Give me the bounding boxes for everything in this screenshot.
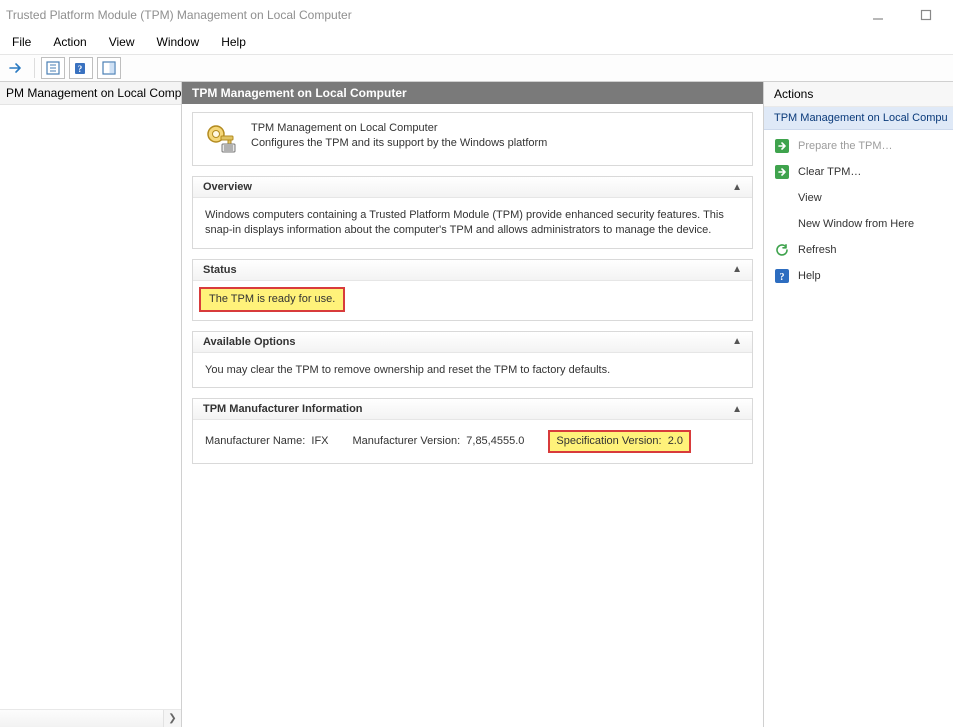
section-status: Status ▲ The TPM is ready for use. bbox=[192, 259, 753, 321]
blank-icon bbox=[774, 216, 790, 232]
collapse-icon: ▲ bbox=[732, 264, 742, 275]
arrow-right-icon bbox=[774, 138, 790, 154]
menu-window[interactable]: Window bbox=[147, 32, 210, 52]
forward-icon[interactable] bbox=[4, 57, 28, 79]
menu-action[interactable]: Action bbox=[43, 32, 96, 52]
action-clear-label: Clear TPM… bbox=[798, 166, 861, 178]
action-refresh[interactable]: Refresh bbox=[764, 237, 953, 263]
refresh-icon bbox=[774, 242, 790, 258]
spec-version-value: 2.0 bbox=[668, 435, 683, 447]
action-prepare-tpm[interactable]: Prepare the TPM… bbox=[764, 133, 953, 159]
collapse-icon: ▲ bbox=[732, 404, 742, 415]
menu-view[interactable]: View bbox=[99, 32, 145, 52]
section-options-body: You may clear the TPM to remove ownershi… bbox=[193, 353, 752, 388]
minimize-button[interactable] bbox=[863, 4, 893, 26]
action-refresh-label: Refresh bbox=[798, 244, 837, 256]
help-icon[interactable]: ? bbox=[69, 57, 93, 79]
section-manufacturer-header[interactable]: TPM Manufacturer Information ▲ bbox=[193, 399, 752, 420]
intro-text: TPM Management on Local Computer Configu… bbox=[251, 121, 547, 152]
section-manufacturer: TPM Manufacturer Information ▲ Manufactu… bbox=[192, 398, 753, 464]
maximize-button[interactable] bbox=[911, 4, 941, 26]
tree-view[interactable]: PM Management on Local Comp bbox=[0, 82, 181, 709]
workspace: PM Management on Local Comp ❯ TPM Manage… bbox=[0, 82, 953, 727]
toolbar: ? bbox=[0, 54, 953, 82]
actions-list: Prepare the TPM… Clear TPM… View New Win… bbox=[764, 130, 953, 292]
svg-text:?: ? bbox=[780, 272, 785, 283]
menu-file[interactable]: File bbox=[2, 32, 41, 52]
action-new-window-label: New Window from Here bbox=[798, 218, 914, 230]
mfr-version-value: 7,85,4555.0 bbox=[466, 435, 524, 447]
section-manufacturer-title: TPM Manufacturer Information bbox=[203, 403, 732, 415]
section-status-header[interactable]: Status ▲ bbox=[193, 260, 752, 281]
section-options: Available Options ▲ You may clear the TP… bbox=[192, 331, 753, 389]
section-status-body: The TPM is ready for use. bbox=[193, 281, 752, 320]
horizontal-scrollbar[interactable]: ❯ bbox=[0, 709, 181, 727]
actions-pane: Actions TPM Management on Local Compu Pr… bbox=[763, 82, 953, 727]
section-overview-body: Windows computers containing a Trusted P… bbox=[193, 198, 752, 248]
tree-node-root[interactable]: PM Management on Local Comp bbox=[0, 82, 181, 105]
mfr-version-label: Manufacturer Version: bbox=[353, 435, 461, 447]
action-prepare-label: Prepare the TPM… bbox=[798, 140, 893, 152]
left-pane: PM Management on Local Comp ❯ bbox=[0, 82, 182, 727]
intro-box: TPM Management on Local Computer Configu… bbox=[192, 112, 753, 166]
arrow-right-icon bbox=[774, 164, 790, 180]
action-view[interactable]: View bbox=[764, 185, 953, 211]
manufacturer-row: Manufacturer Name: IFX Manufacturer Vers… bbox=[205, 430, 740, 453]
titlebar: Trusted Platform Module (TPM) Management… bbox=[0, 0, 953, 30]
action-help-label: Help bbox=[798, 270, 821, 282]
section-overview-header[interactable]: Overview ▲ bbox=[193, 177, 752, 198]
action-clear-tpm[interactable]: Clear TPM… bbox=[764, 159, 953, 185]
help-icon: ? bbox=[774, 268, 790, 284]
action-help[interactable]: ? Help bbox=[764, 263, 953, 289]
section-options-title: Available Options bbox=[203, 336, 732, 348]
center-body: TPM Management on Local Computer Configu… bbox=[182, 104, 763, 464]
toolbar-separator bbox=[34, 58, 35, 78]
actions-subtitle: TPM Management on Local Compu bbox=[764, 107, 953, 130]
collapse-icon: ▲ bbox=[732, 182, 742, 193]
svg-text:?: ? bbox=[78, 64, 83, 74]
section-options-header[interactable]: Available Options ▲ bbox=[193, 332, 752, 353]
section-manufacturer-body: Manufacturer Name: IFX Manufacturer Vers… bbox=[193, 420, 752, 463]
center-pane: TPM Management on Local Computer bbox=[182, 82, 763, 727]
intro-title: TPM Management on Local Computer bbox=[251, 121, 547, 136]
tpm-key-icon bbox=[203, 121, 239, 157]
scrollbar-thumb[interactable] bbox=[0, 710, 163, 727]
status-message: The TPM is ready for use. bbox=[199, 287, 345, 312]
spec-version: Specification Version: 2.0 bbox=[548, 430, 691, 453]
mfr-name-label: Manufacturer Name: bbox=[205, 435, 305, 447]
window-title: Trusted Platform Module (TPM) Management… bbox=[6, 8, 863, 22]
mfr-version: Manufacturer Version: 7,85,4555.0 bbox=[353, 434, 525, 449]
section-overview: Overview ▲ Windows computers containing … bbox=[192, 176, 753, 249]
menubar: File Action View Window Help bbox=[0, 30, 953, 54]
mfr-name-value: IFX bbox=[311, 435, 328, 447]
scroll-right-icon[interactable]: ❯ bbox=[163, 710, 181, 727]
section-overview-title: Overview bbox=[203, 181, 732, 193]
mfr-name: Manufacturer Name: IFX bbox=[205, 434, 329, 449]
spec-version-label: Specification Version: bbox=[556, 435, 661, 447]
properties-icon[interactable] bbox=[41, 57, 65, 79]
actions-pane-icon[interactable] bbox=[97, 57, 121, 79]
menu-help[interactable]: Help bbox=[211, 32, 256, 52]
action-view-label: View bbox=[798, 192, 822, 204]
window-controls bbox=[863, 4, 949, 26]
actions-title: Actions bbox=[764, 82, 953, 107]
action-new-window[interactable]: New Window from Here bbox=[764, 211, 953, 237]
blank-icon bbox=[774, 190, 790, 206]
intro-desc: Configures the TPM and its support by th… bbox=[251, 136, 547, 151]
page-title: TPM Management on Local Computer bbox=[182, 82, 763, 104]
collapse-icon: ▲ bbox=[732, 336, 742, 347]
section-status-title: Status bbox=[203, 264, 732, 276]
